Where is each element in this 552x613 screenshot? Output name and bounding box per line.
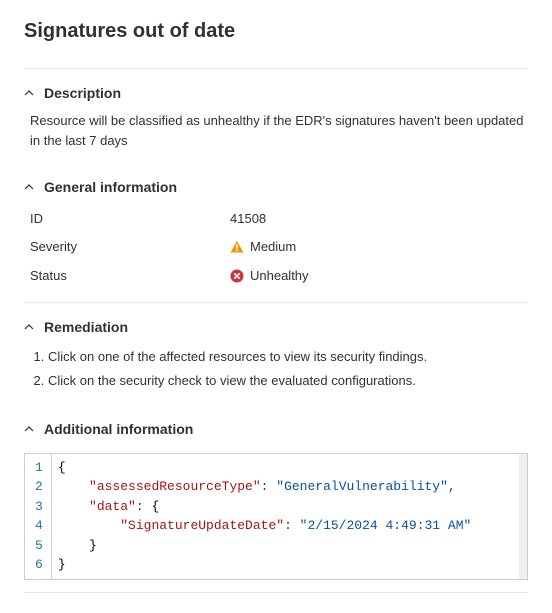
chevron-up-icon xyxy=(24,182,34,192)
chevron-up-icon xyxy=(24,322,34,332)
code-content[interactable]: { "assessedResourceType": "GeneralVulner… xyxy=(52,454,527,579)
description-text: Resource will be classified as unhealthy… xyxy=(24,111,528,151)
error-icon xyxy=(230,269,244,283)
section-title: Description xyxy=(44,85,121,101)
close-button[interactable] xyxy=(520,20,528,44)
scrollbar-vertical[interactable] xyxy=(519,454,527,579)
section-description: Description Resource will be classified … xyxy=(24,69,528,163)
list-item: Click on the security check to view the … xyxy=(48,369,528,393)
info-value: 41508 xyxy=(230,209,266,229)
list-item: Click on one of the affected resources t… xyxy=(48,345,528,369)
panel-header: Signatures out of date xyxy=(24,20,528,44)
info-label: ID xyxy=(30,209,230,229)
severity-value: Medium xyxy=(250,237,296,257)
section-toggle-remediation[interactable]: Remediation xyxy=(24,315,528,345)
code-block: 1 2 3 4 5 6 { "assessedResourceType": "G… xyxy=(24,453,528,580)
chevron-up-icon xyxy=(24,88,34,98)
chevron-up-icon xyxy=(24,424,34,434)
info-row-id: ID 41508 xyxy=(30,205,528,233)
info-row-status: Status Unhealthy xyxy=(30,262,528,290)
section-toggle-general[interactable]: General information xyxy=(24,175,528,205)
info-row-severity: Severity Medium xyxy=(30,233,528,261)
line-numbers: 1 2 3 4 5 6 xyxy=(25,454,52,579)
remediation-steps: Click on one of the affected resources t… xyxy=(30,345,528,393)
info-label: Status xyxy=(30,266,230,286)
section-general: General information ID 41508 Severity Me… xyxy=(24,163,528,301)
info-label: Severity xyxy=(30,237,230,257)
section-title: Additional information xyxy=(44,421,193,437)
section-additional: Additional information 1 2 3 4 5 6 { "as… xyxy=(24,405,528,592)
section-title: General information xyxy=(44,179,177,195)
warning-icon xyxy=(230,240,244,254)
section-toggle-additional[interactable]: Additional information xyxy=(24,417,528,447)
section-title: Remediation xyxy=(44,319,128,335)
section-toggle-description[interactable]: Description xyxy=(24,81,528,111)
divider xyxy=(24,592,528,593)
page-title: Signatures out of date xyxy=(24,20,235,43)
status-value: Unhealthy xyxy=(250,266,309,286)
section-remediation: Remediation Click on one of the affected… xyxy=(24,303,528,405)
